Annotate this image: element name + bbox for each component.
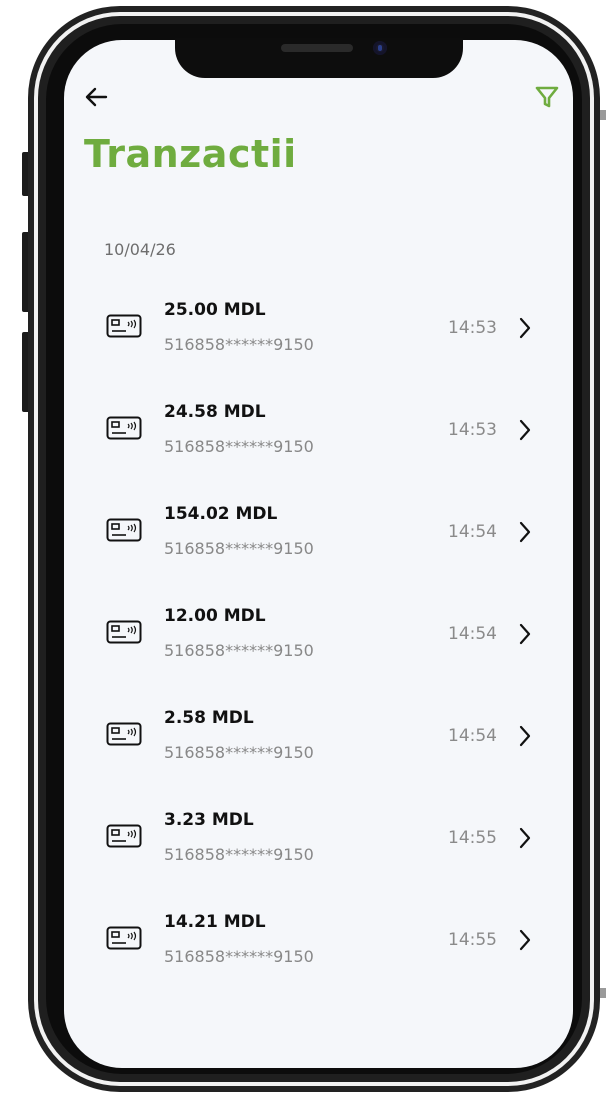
antenna-band xyxy=(600,988,606,998)
chevron-right-icon[interactable] xyxy=(518,622,532,646)
transaction-list: 25.00 MDL 516858******9150 14:53 24.58 MDL 5… xyxy=(96,280,544,994)
transaction-row[interactable]: 154.02 MDL 516858******9150 14:54 xyxy=(96,484,544,586)
contactless-card-icon xyxy=(106,620,142,644)
contactless-card-icon xyxy=(106,926,142,950)
antenna-band xyxy=(600,110,606,120)
transaction-row[interactable]: 12.00 MDL 516858******9150 14:54 xyxy=(96,586,544,688)
masked-card-number: 516858******9150 xyxy=(164,947,314,966)
transaction-row[interactable]: 2.58 MDL 516858******9150 14:54 xyxy=(96,688,544,790)
chevron-right-icon[interactable] xyxy=(518,520,532,544)
transaction-row[interactable]: 25.00 MDL 516858******9150 14:53 xyxy=(96,280,544,382)
transaction-time: 14:55 xyxy=(448,930,497,950)
contactless-card-icon xyxy=(106,314,142,338)
transaction-row[interactable]: 24.58 MDL 516858******9150 14:53 xyxy=(96,382,544,484)
date-group-header: 10/04/26 xyxy=(104,240,176,259)
speaker-grille xyxy=(281,44,353,52)
chevron-right-icon[interactable] xyxy=(518,928,532,952)
transaction-time: 14:53 xyxy=(448,420,497,440)
transaction-amount: 12.00 MDL xyxy=(164,606,266,626)
device-mockup: Tranzactii 10/04/26 25.00 MDL 516858*****… xyxy=(0,0,606,1097)
filter-icon[interactable] xyxy=(534,84,560,110)
transaction-time: 14:55 xyxy=(448,828,497,848)
chevron-right-icon[interactable] xyxy=(518,826,532,850)
chevron-right-icon[interactable] xyxy=(518,418,532,442)
transaction-time: 14:54 xyxy=(448,522,497,542)
transaction-amount: 154.02 MDL xyxy=(164,504,278,524)
contactless-card-icon xyxy=(106,416,142,440)
transaction-amount: 2.58 MDL xyxy=(164,708,254,728)
contactless-card-icon xyxy=(106,722,142,746)
masked-card-number: 516858******9150 xyxy=(164,335,314,354)
transaction-time: 14:54 xyxy=(448,624,497,644)
chevron-right-icon[interactable] xyxy=(518,724,532,748)
masked-card-number: 516858******9150 xyxy=(164,539,314,558)
masked-card-number: 516858******9150 xyxy=(164,845,314,864)
transaction-row[interactable]: 14.21 MDL 516858******9150 14:55 xyxy=(96,892,544,994)
transaction-amount: 25.00 MDL xyxy=(164,300,266,320)
chevron-right-icon[interactable] xyxy=(518,316,532,340)
transaction-time: 14:53 xyxy=(448,318,497,338)
contactless-card-icon xyxy=(106,824,142,848)
transaction-amount: 14.21 MDL xyxy=(164,912,266,932)
transaction-amount: 24.58 MDL xyxy=(164,402,266,422)
transaction-amount: 3.23 MDL xyxy=(164,810,254,830)
page-title: Tranzactii xyxy=(84,132,297,176)
contactless-card-icon xyxy=(106,518,142,542)
transaction-row[interactable]: 3.23 MDL 516858******9150 14:55 xyxy=(96,790,544,892)
front-camera xyxy=(373,41,387,55)
masked-card-number: 516858******9150 xyxy=(164,743,314,762)
masked-card-number: 516858******9150 xyxy=(164,641,314,660)
masked-card-number: 516858******9150 xyxy=(164,437,314,456)
transaction-time: 14:54 xyxy=(448,726,497,746)
back-arrow-icon[interactable] xyxy=(84,84,110,110)
